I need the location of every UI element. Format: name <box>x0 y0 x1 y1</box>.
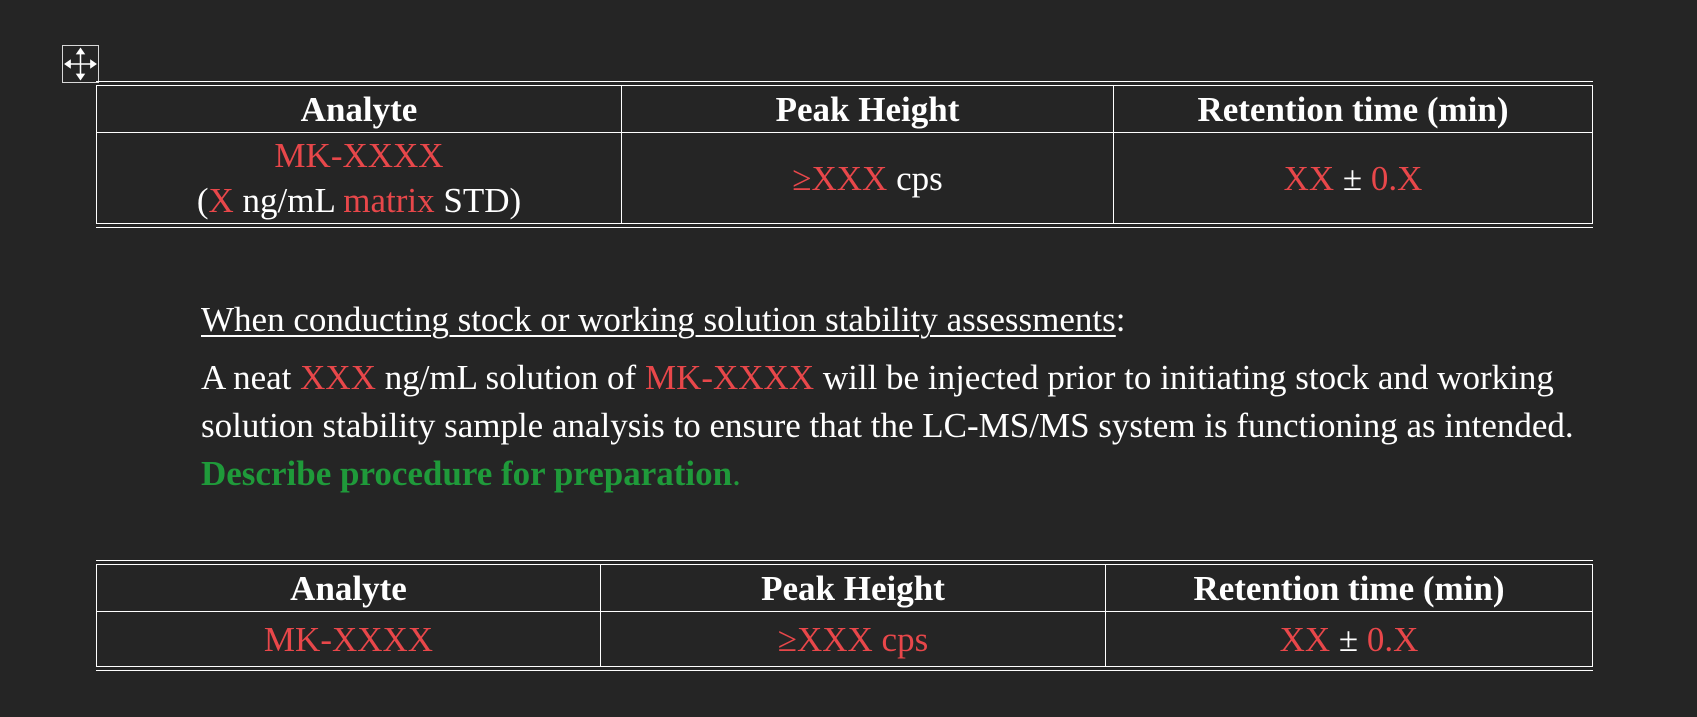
four-way-arrow-move-icon <box>64 47 97 81</box>
header-retention-time: Retention time (min) <box>1113 85 1593 133</box>
header-peak-height: Peak Height <box>621 85 1114 133</box>
stability-section: When conducting stock or working solutio… <box>201 296 1621 498</box>
system-suitability-table-neat: Analyte Peak Height Retention time (min)… <box>96 560 1593 671</box>
analyte-cell: MK-XXXX (X ng/mL matrix STD) <box>96 132 622 224</box>
header-retention-time: Retention time (min) <box>1105 564 1593 612</box>
table-row: MK-XXXX ≥XXX cps XX ± 0.X <box>96 611 1593 667</box>
retention-time-cell: XX ± 0.X <box>1105 611 1593 667</box>
system-suitability-table-matrix: Analyte Peak Height Retention time (min)… <box>96 81 1593 228</box>
retention-time-cell: XX ± 0.X <box>1113 132 1593 224</box>
section-heading: When conducting stock or working solutio… <box>201 300 1126 339</box>
analyte-standard: (X ng/mL matrix STD) <box>196 181 522 220</box>
peak-height-cell: ≥XXX cps <box>600 611 1106 667</box>
table-move-handle-icon[interactable] <box>62 45 99 83</box>
analyte-id: MK-XXXX <box>274 136 444 175</box>
instruction-note: Describe procedure for preparation <box>201 454 733 493</box>
header-analyte: Analyte <box>96 564 601 612</box>
section-paragraph: A neat XXX ng/mL solution of MK-XXXX wil… <box>201 358 1574 493</box>
header-analyte: Analyte <box>96 85 622 133</box>
analyte-cell: MK-XXXX <box>96 611 601 667</box>
peak-height-cell: ≥XXX cps <box>621 132 1114 224</box>
header-peak-height: Peak Height <box>600 564 1106 612</box>
table-row: MK-XXXX (X ng/mL matrix STD) ≥XXX cps XX… <box>96 132 1593 224</box>
